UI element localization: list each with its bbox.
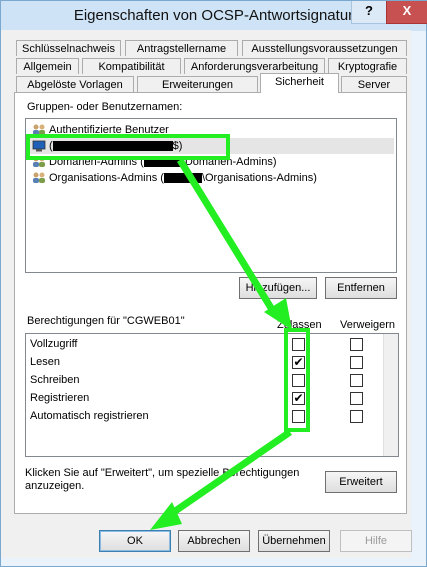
deny-header: Verweigern <box>340 319 396 331</box>
deny-checkbox[interactable] <box>350 392 363 405</box>
group-suffix: $) <box>172 140 183 152</box>
users-group-icon <box>32 156 46 168</box>
permission-name: Lesen <box>30 356 60 368</box>
allow-checkbox[interactable] <box>292 338 305 351</box>
tab-ausstellungsvoraussetzungen[interactable]: Ausstellungsvoraussetzungen <box>242 40 407 56</box>
permission-name: Automatisch registrieren <box>30 410 149 422</box>
deny-checkbox[interactable] <box>350 410 363 423</box>
cancel-button[interactable]: Abbrechen <box>178 530 250 552</box>
group-name: Authentifizierte Benutzer <box>49 124 169 136</box>
permission-name: Vollzugriff <box>30 338 78 350</box>
group-suffix: \Organisations-Admins) <box>201 172 317 184</box>
permission-name: Schreiben <box>30 374 80 386</box>
permission-row: Vollzugriff <box>30 336 78 352</box>
deny-checkbox[interactable] <box>350 338 363 351</box>
groups-label: Gruppen- oder Benutzernamen: <box>27 101 183 113</box>
add-button[interactable]: Hinzufügen... <box>239 277 317 299</box>
redaction-bar <box>143 157 182 168</box>
remove-button[interactable]: Entfernen <box>325 277 397 299</box>
list-item[interactable]: Authentifizierte Benutzer <box>32 122 169 138</box>
tab-sicherheit[interactable]: Sicherheit <box>260 73 339 93</box>
advanced-button[interactable]: Erweitert <box>325 471 397 493</box>
permission-row: Registrieren <box>30 390 89 406</box>
list-item[interactable]: Domänen-Admins ( \Domänen-Admins) <box>32 154 277 170</box>
help-button[interactable]: Hilfe <box>340 530 412 552</box>
tab-antragstellername[interactable]: Antragstellername <box>125 40 238 56</box>
tab-kompatibilitaet[interactable]: Kompatibilität <box>82 58 181 74</box>
group-prefix: Domänen-Admins ( <box>49 156 144 168</box>
permission-row: Automatisch registrieren <box>30 408 149 424</box>
tab-schluesselnachweis[interactable]: Schlüsselnachweis <box>16 40 121 56</box>
help-title-button[interactable]: ? <box>351 1 387 24</box>
tab-server[interactable]: Server <box>341 76 407 92</box>
permissions-label: Berechtigungen für "CGWEB01" <box>27 315 185 327</box>
allow-checkbox[interactable]: ✔ <box>292 392 305 405</box>
scrollbar[interactable] <box>383 334 398 456</box>
advanced-hint: Klicken Sie auf "Erweitert", um speziell… <box>25 467 300 492</box>
permission-row: Lesen <box>30 354 60 370</box>
group-prefix: Organisations-Admins ( <box>49 172 164 184</box>
tab-allgemein[interactable]: Allgemein <box>16 58 79 74</box>
tab-kryptografie[interactable]: Kryptografie <box>328 58 407 74</box>
security-panel: Gruppen- oder Benutzernamen: Authentifiz… <box>14 92 407 514</box>
groups-list[interactable]: Authentifizierte Benutzer ($) Domänen-Ad… <box>25 118 397 273</box>
users-group-icon <box>32 172 46 184</box>
computer-icon <box>32 140 46 152</box>
ok-button[interactable]: OK <box>99 530 171 552</box>
group-suffix: \Domänen-Admins) <box>181 156 277 168</box>
permissions-list[interactable]: Vollzugriff Lesen Schreiben Registrieren… <box>25 333 399 457</box>
tab-anforderungsverarbeitung[interactable]: Anforderungsverarbeitung <box>184 58 325 74</box>
redaction-bar <box>163 173 202 184</box>
users-group-icon <box>32 124 46 136</box>
apply-button[interactable]: Übernehmen <box>258 530 330 552</box>
deny-checkbox[interactable] <box>350 374 363 387</box>
close-button[interactable]: X <box>386 1 427 24</box>
allow-checkbox[interactable] <box>292 374 305 387</box>
allow-checkbox[interactable] <box>292 410 305 423</box>
redaction-bar <box>52 141 173 152</box>
deny-checkbox[interactable] <box>350 356 363 369</box>
title-bar[interactable]: Eigenschaften von OCSP-Antwortsignatur ?… <box>1 1 427 31</box>
tab-erweiterungen[interactable]: Erweiterungen <box>137 76 258 92</box>
list-item[interactable]: Organisations-Admins ( \Organisations-Adm… <box>32 170 317 186</box>
tab-abgeloeste-vorlagen[interactable]: Abgelöste Vorlagen <box>16 76 134 92</box>
allow-header: Zulassen <box>277 319 322 331</box>
list-item[interactable]: ($) <box>28 138 394 154</box>
allow-checkbox[interactable]: ✔ <box>292 356 305 369</box>
permission-name: Registrieren <box>30 392 90 404</box>
permission-row: Schreiben <box>30 372 80 388</box>
